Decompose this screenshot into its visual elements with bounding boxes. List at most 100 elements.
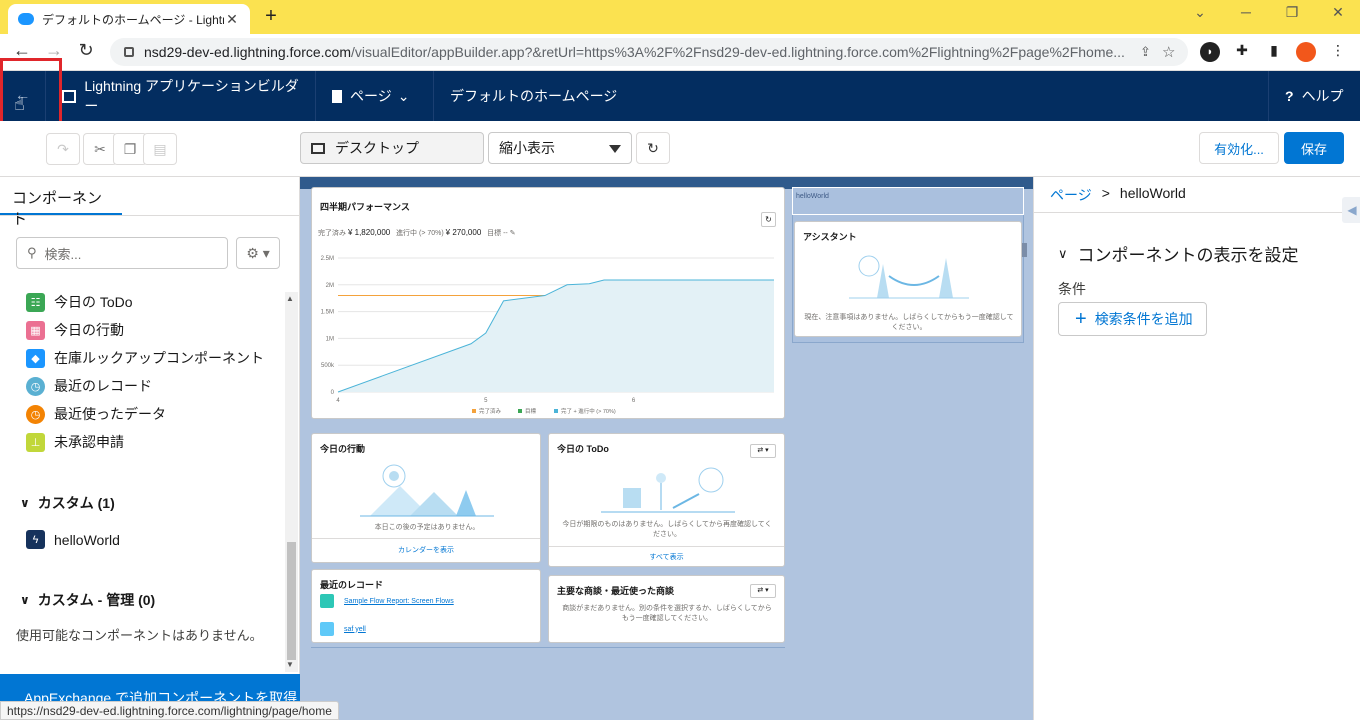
help-button[interactable]: ? ヘルプ bbox=[1268, 71, 1360, 121]
component-item-recent-data[interactable]: ◷ 最近使ったデータ bbox=[26, 404, 166, 424]
component-item-helloworld[interactable]: ϟ helloWorld bbox=[26, 530, 120, 549]
section-custom-managed[interactable]: ∨ カスタム - 管理 (0) bbox=[20, 590, 155, 610]
lightning-bolt-icon: ϟ bbox=[26, 530, 45, 549]
no-components-text: 使用可能なコンポーネントはありません。 bbox=[16, 628, 263, 643]
calendar-icon: ▦ bbox=[26, 320, 45, 340]
chevron-down-icon: ∨ bbox=[20, 496, 30, 510]
breadcrumb: ページ > helloWorld bbox=[1050, 185, 1186, 205]
scrollbar-thumb[interactable] bbox=[287, 542, 296, 660]
legend-swatch bbox=[554, 409, 558, 413]
activate-button[interactable]: 有効化... bbox=[1199, 132, 1279, 164]
x-tick-label: 6 bbox=[632, 398, 636, 404]
save-button[interactable]: 保存 bbox=[1284, 132, 1344, 164]
legend-swatch bbox=[472, 409, 476, 413]
recent-record-item[interactable]: Sample Flow Report: Screen Flows bbox=[320, 594, 454, 608]
dropdown-arrow-icon bbox=[609, 145, 621, 153]
device-selector[interactable]: デスクトップ bbox=[300, 132, 484, 164]
events-message: 本日この後の予定はありません。 bbox=[374, 524, 480, 531]
breadcrumb-page-link[interactable]: ページ bbox=[1050, 185, 1092, 205]
address-bar[interactable]: nsd29-dev-ed.lightning.force.com/visualE… bbox=[110, 38, 1188, 66]
paste-button[interactable]: ▤ bbox=[143, 133, 177, 165]
browser-tab[interactable]: デフォルトのホームページ - Lightning ✕ bbox=[8, 4, 250, 34]
scrollbar[interactable]: ▲ ▼ bbox=[285, 292, 298, 672]
resize-handle[interactable] bbox=[1022, 243, 1027, 257]
salesforce-cloud-icon bbox=[18, 13, 34, 25]
settings-dropdown-button[interactable]: ⚙ ▾ bbox=[236, 237, 280, 269]
close-window-icon[interactable]: ✕ bbox=[1326, 4, 1350, 21]
component-item-recent-records[interactable]: ◷ 最近のレコード bbox=[26, 376, 152, 396]
close-tab-icon[interactable]: ✕ bbox=[224, 11, 240, 28]
key-deals-card[interactable]: 主要な商談・最近使った商談 ⇄ ▾ 商談がまだありません。別の条件を選択するか、… bbox=[548, 575, 785, 643]
view-calendar-link[interactable]: カレンダーを表示 bbox=[312, 545, 540, 555]
legend-label: 完了済み bbox=[479, 407, 502, 415]
puzzle-extensions-icon[interactable]: ✚ bbox=[1232, 42, 1252, 62]
zoom-select[interactable]: 縮小表示 bbox=[488, 132, 632, 164]
hammock-illustration bbox=[849, 255, 969, 299]
history-icon: ◷ bbox=[26, 376, 45, 396]
x-tick-label: 4 bbox=[336, 398, 340, 404]
component-item-inventory-lookup[interactable]: ◆ 在庫ルックアップコンポーネント bbox=[26, 348, 264, 368]
card-title: 今日の行動 bbox=[320, 444, 366, 454]
component-item-today-events[interactable]: ▦ 今日の行動 bbox=[26, 320, 124, 340]
clock-icon: ◷ bbox=[26, 404, 45, 424]
legend-label: 完了 + 進行中 (> 70%) bbox=[561, 407, 616, 415]
copy-button[interactable]: ❐ bbox=[113, 133, 147, 165]
tab-divider bbox=[0, 215, 300, 216]
bookmark-star-icon[interactable]: ☆ bbox=[1162, 43, 1188, 61]
deals-message: 商談がまだありません。別の条件を選択するか、しばらくしてからもう一度確認してくだ… bbox=[562, 605, 772, 622]
todo-filter-dropdown[interactable]: ⇄ ▾ bbox=[750, 444, 776, 458]
page-menu[interactable]: ページ ⌄ bbox=[316, 71, 434, 121]
cut-button[interactable]: ✂ bbox=[83, 133, 117, 165]
profile-avatar[interactable] bbox=[1296, 42, 1316, 62]
recent-record-item[interactable]: saf yell bbox=[320, 622, 366, 636]
tab-components[interactable]: コンポーネント bbox=[0, 177, 122, 228]
component-item-pending-approvals[interactable]: ⊥ 未承認申請 bbox=[26, 432, 124, 452]
builder-toolbar: ↷ ✂ ❐ ▤ デスクトップ 縮小表示 ↻ 有効化... 保存 bbox=[0, 121, 1360, 177]
new-tab-button[interactable]: + bbox=[260, 5, 282, 28]
recent-records-card[interactable]: 最近のレコード Sample Flow Report: Screen Flows… bbox=[311, 569, 541, 643]
add-filter-button[interactable]: + 検索条件を追加 bbox=[1058, 302, 1207, 336]
helloworld-component[interactable]: helloWorld bbox=[792, 187, 1024, 215]
reload-icon[interactable]: ↻ bbox=[74, 40, 98, 61]
view-all-link[interactable]: すべて表示 bbox=[549, 552, 784, 562]
visibility-section-header[interactable]: ∨ コンポーネントの表示を設定 bbox=[1058, 241, 1299, 266]
gear-icon: ⚙ ▾ bbox=[246, 244, 270, 261]
card-title: 四半期パフォーマンス bbox=[320, 202, 410, 212]
assistant-card[interactable]: アシスタント 現在、注意事項はありません。しばらくしてからもう一度確認してくださ… bbox=[794, 221, 1022, 337]
components-panel: コンポーネント ⚲ 検索... ⚙ ▾ ☷ 今日の ToDo ▦ 今日の行動 ◆ 在庫… bbox=[0, 177, 300, 720]
page-canvas: 四半期パフォーマンス ↻ 完了済み ¥ 1,820,000 進行中 (> 70%… bbox=[300, 177, 1033, 720]
beach-illustration bbox=[601, 467, 735, 513]
scroll-down-icon[interactable]: ▼ bbox=[286, 660, 294, 669]
restore-icon[interactable]: ❐ bbox=[1280, 4, 1304, 21]
side-panel-icon[interactable]: ▮ bbox=[1264, 42, 1284, 62]
refresh-icon[interactable]: ↻ bbox=[761, 212, 776, 227]
refresh-canvas-button[interactable]: ↻ bbox=[636, 132, 670, 164]
tab-search-chevron-icon[interactable]: ⌄ bbox=[1188, 4, 1212, 21]
card-title: 最近のレコード bbox=[320, 580, 384, 590]
approval-icon: ⊥ bbox=[26, 432, 45, 452]
lock-icon bbox=[124, 47, 134, 57]
app-builder-icon bbox=[62, 89, 77, 103]
section-custom[interactable]: ∨ カスタム (1) bbox=[20, 493, 115, 513]
scroll-up-icon[interactable]: ▲ bbox=[286, 294, 294, 303]
share-icon[interactable]: ⇪ bbox=[1140, 44, 1162, 60]
component-search-input[interactable]: ⚲ 検索... bbox=[16, 237, 228, 269]
component-item-today-todo[interactable]: ☷ 今日の ToDo bbox=[26, 292, 133, 312]
today-events-card[interactable]: 今日の行動 本日この後の予定はありません。 カレンダーを表示 bbox=[311, 433, 541, 563]
redo-button[interactable]: ↷ bbox=[46, 133, 80, 165]
cube-icon: ◆ bbox=[26, 348, 45, 368]
mouse-pointer-icon: ☝ bbox=[14, 94, 25, 114]
deals-filter-dropdown[interactable]: ⇄ ▾ bbox=[750, 584, 776, 598]
legend-label: 目標 bbox=[525, 407, 537, 415]
collapse-panel-icon[interactable]: ◀ bbox=[1342, 197, 1360, 223]
today-todo-card[interactable]: 今日の ToDo ⇄ ▾ 今日が期限のものはありません。しばらくしてから再度確認… bbox=[548, 433, 785, 567]
chrome-menu-icon[interactable]: ⋮ bbox=[1328, 42, 1348, 62]
quarterly-performance-card[interactable]: 四半期パフォーマンス ↻ 完了済み ¥ 1,820,000 進行中 (> 70%… bbox=[311, 187, 785, 419]
url-text: nsd29-dev-ed.lightning.force.com/visualE… bbox=[144, 44, 1125, 60]
extension-icon[interactable]: ◗ bbox=[1200, 42, 1220, 62]
card-title: 主要な商談・最近使った商談 bbox=[557, 586, 675, 596]
report-icon bbox=[320, 594, 334, 608]
perf-summary: 完了済み ¥ 1,820,000 進行中 (> 70%) ¥ 270,000 目… bbox=[318, 228, 516, 237]
camping-illustration bbox=[360, 464, 494, 517]
minimize-icon[interactable]: ─ bbox=[1234, 4, 1258, 20]
